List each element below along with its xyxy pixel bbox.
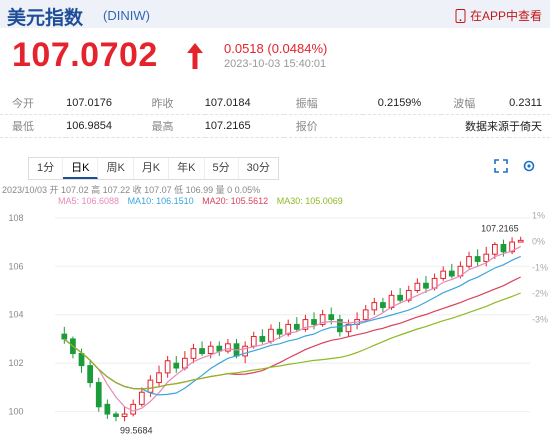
candle-body <box>491 243 498 255</box>
amplitude-value: 0.2159% <box>362 92 442 115</box>
candle-body <box>87 365 94 384</box>
candle-body <box>440 270 447 279</box>
candle-body <box>147 379 154 393</box>
open-label: 今开 <box>0 92 67 115</box>
candle-body <box>113 413 119 417</box>
candle-body <box>293 323 300 330</box>
quote-timestamp: 2023-10-03 15:40:01 <box>224 58 327 70</box>
y-tick-label: 104 <box>8 310 23 320</box>
candle-body <box>474 256 481 262</box>
amplitude-label: 振幅 <box>283 92 363 115</box>
candle-body <box>517 239 524 243</box>
quote-header: 美元指数 (DINIW) 在APP中查看 <box>0 0 550 29</box>
chart-tools <box>494 159 536 173</box>
quote-source-label: 报价 <box>283 114 363 138</box>
up-arrow-icon <box>187 43 203 69</box>
ma30-line <box>63 292 521 390</box>
y-tick-label: 100 <box>8 407 23 417</box>
candle-body <box>156 372 162 384</box>
low-annotation: 99.5684 <box>120 425 153 435</box>
pct-tick-label: 0% <box>532 237 545 247</box>
tab-daily-k[interactable]: 日K <box>63 158 99 179</box>
price-change: 0.0518 (0.0484%) <box>224 41 328 56</box>
tab-weekly-k[interactable]: 周K <box>98 158 134 179</box>
candle-body <box>104 403 111 415</box>
candle-body <box>78 352 85 367</box>
y-tick-label: 108 <box>8 213 23 223</box>
symbol-code: (DINIW) <box>103 8 150 23</box>
last-price: 107.0702 <box>12 36 158 74</box>
pct-tick-label: -2% <box>532 288 548 298</box>
pct-tick-label: 1% <box>532 211 545 221</box>
tab-5min[interactable]: 5分 <box>205 158 239 179</box>
candle-body <box>276 328 283 335</box>
candle-body <box>199 348 205 354</box>
open-in-app-link[interactable]: 在APP中查看 <box>455 7 542 24</box>
candle-body <box>268 328 274 342</box>
y-tick-label: 102 <box>8 358 23 368</box>
tab-30min[interactable]: 30分 <box>239 158 278 179</box>
candle-body <box>61 333 68 340</box>
period-tabs: 1分 日K 周K 月K 年K 5分 30分 <box>28 157 279 180</box>
pct-tick-label: -3% <box>532 314 548 324</box>
quote-source-value: 数据来源于倚天 <box>362 114 550 138</box>
candle-body <box>371 302 378 311</box>
page-title: 美元指数 <box>7 7 84 29</box>
settings-icon[interactable] <box>522 159 536 173</box>
fullscreen-icon[interactable] <box>494 159 508 173</box>
candle-body <box>95 382 102 408</box>
candle-body <box>173 362 180 369</box>
candle-body <box>483 253 490 262</box>
candle-body <box>216 345 223 352</box>
candle-body <box>448 270 455 277</box>
candle-body <box>397 294 404 301</box>
candle-body <box>121 413 128 417</box>
quote-stats-table: 今开 107.0176 昨收 107.0184 振幅 0.2159% 波幅 0.… <box>0 92 550 138</box>
candle-body <box>250 336 257 347</box>
open-in-app-label: 在APP中查看 <box>469 9 542 23</box>
low-label: 最低 <box>0 114 67 138</box>
candle-body <box>380 302 386 308</box>
candle-body <box>164 360 171 374</box>
high-annotation: 107.2165 <box>481 224 519 234</box>
tab-yearly-k[interactable]: 年K <box>169 158 205 179</box>
candle-body <box>423 282 429 289</box>
tab-monthly-k[interactable]: 月K <box>134 158 170 179</box>
candle-body <box>225 343 231 352</box>
candle-body <box>190 348 197 359</box>
range-label: 波幅 <box>441 92 510 115</box>
candle-body <box>414 282 421 292</box>
y-tick-label: 106 <box>8 261 23 271</box>
open-value: 107.0176 <box>66 92 140 115</box>
range-value: 0.2311 <box>509 92 550 115</box>
stats-row: 最低 106.9854 最高 107.2165 报价 数据来源于倚天 <box>0 114 550 138</box>
candle-body <box>466 256 472 267</box>
candle-body <box>138 391 145 405</box>
tab-1min[interactable]: 1分 <box>29 158 64 179</box>
candle-body <box>362 309 369 321</box>
prev-close-value: 107.0184 <box>204 92 284 115</box>
prev-close-label: 昨收 <box>139 92 205 115</box>
candle-body <box>130 403 137 415</box>
low-value: 106.9854 <box>66 114 140 138</box>
candle-body <box>500 243 507 253</box>
candle-body <box>259 336 266 342</box>
candlestick-chart[interactable]: 108 106 104 102 100 1% 0% -1% -2% -3% 107.2165 99.5… <box>0 205 550 436</box>
candle-body <box>311 319 317 325</box>
high-value: 107.2165 <box>204 114 284 138</box>
stats-row: 今开 107.0176 昨收 107.0184 振幅 0.2159% 波幅 0.… <box>0 92 550 115</box>
phone-icon <box>455 8 466 23</box>
candle-body <box>328 314 335 321</box>
high-label: 最高 <box>139 114 205 138</box>
candle-body <box>207 345 214 354</box>
ohlc-summary: 2023/10/03 开 107.02 高 107.22 收 107.07 低 … <box>2 185 261 195</box>
pct-tick-label: -1% <box>532 263 548 273</box>
